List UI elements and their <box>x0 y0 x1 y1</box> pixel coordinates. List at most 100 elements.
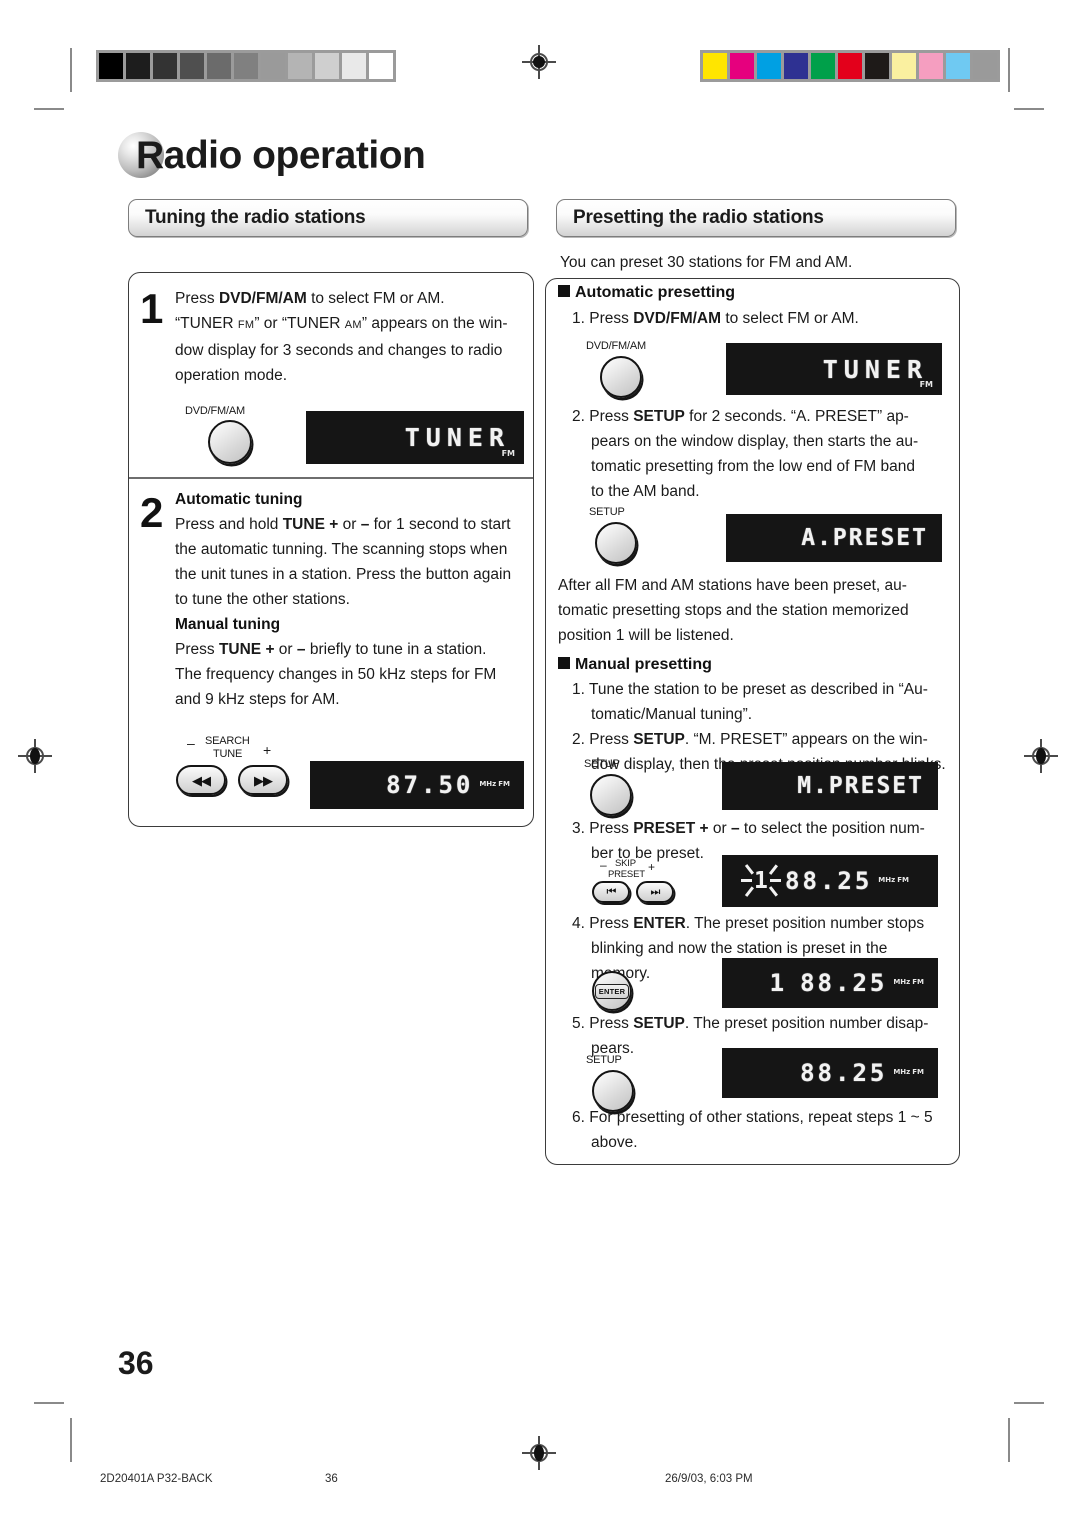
automatic-tuning-heading: Automatic tuning <box>175 491 303 508</box>
bullet-square-icon <box>558 285 570 297</box>
search-tune-minus-sign: – <box>187 735 195 751</box>
color-swatch-7 <box>892 53 916 79</box>
auto-preset-step-1: 1. Press DVD/FM/AM to select FM or AM. <box>572 306 952 331</box>
manual-preset-step2-num: 2. <box>572 731 585 748</box>
color-swatch-2 <box>757 53 781 79</box>
step-1-number: 1 <box>140 285 164 332</box>
lcd-stored-band-fm: FM <box>912 978 924 986</box>
lcd-display-tuner-right: TUNER FM <box>726 343 942 395</box>
manual-preset-step2-l1-a: Press <box>589 731 634 748</box>
registration-mark-right <box>1024 739 1058 773</box>
manual-preset-setup-button-label-2: SETUP <box>586 1054 622 1066</box>
preset-label: PRESET <box>608 869 645 880</box>
step-2-auto-l4: to tune the other stations. <box>175 591 350 608</box>
gray-swatch-7 <box>288 53 312 79</box>
registration-mark-top-center <box>522 45 556 79</box>
lcd-band-indicator-fm: FM <box>501 449 515 458</box>
crop-mark-right-lower <box>1014 1402 1044 1404</box>
lcd-display-m-preset: M.PRESET <box>722 762 938 810</box>
step-2-man-l3: and 9 kHz steps for AM. <box>175 691 340 708</box>
skip-preset-minus-sign: – <box>600 858 607 872</box>
dvd-fm-am-button-label: DVD/FM/AM <box>185 405 245 417</box>
tune-down-button[interactable]: ◀◀ <box>176 765 226 795</box>
enter-button[interactable]: ENTER <box>592 971 632 1011</box>
preset-up-button[interactable]: ⏭ <box>636 881 674 903</box>
lcd-blinking-band-fm: FM <box>897 876 909 884</box>
manual-preset-step3-l1-e: to select the position num- <box>739 820 925 837</box>
lcd-m-preset-text: M.PRESET <box>797 773 924 799</box>
manual-preset-step-6: 6. For presetting of other stations, rep… <box>572 1105 981 1155</box>
manual-tuning-heading: Manual tuning <box>175 616 281 633</box>
step-2-auto-l2: the automatic tunning. The scanning stop… <box>175 541 508 558</box>
color-swatch-3 <box>784 53 808 79</box>
registration-mark-left <box>18 739 52 773</box>
dvd-fm-am-button[interactable] <box>208 420 252 464</box>
auto-preset-after-l1: After all FM and AM stations have been p… <box>558 577 907 594</box>
color-swatch-6 <box>865 53 889 79</box>
lcd-final-band-fm: FM <box>912 1068 924 1076</box>
manual-preset-setup-button[interactable] <box>590 774 632 816</box>
manual-preset-step1-l1: Tune the station to be preset as describ… <box>588 681 928 698</box>
manual-preset-preset-plus-ref: PRESET + <box>633 820 709 837</box>
gray-swatch-2 <box>153 53 177 79</box>
auto-preset-dvd-button-label: DVD/FM/AM <box>586 340 646 352</box>
color-swatch-9 <box>946 53 970 79</box>
lcd-final-frequency: 88.25 <box>800 1059 888 1087</box>
tune-up-button[interactable]: ▶▶ <box>238 765 288 795</box>
search-label: SEARCH <box>205 735 250 747</box>
color-calibration-strip <box>700 50 1000 82</box>
manual-preset-step5-num: 5. <box>572 1015 585 1032</box>
step-2-auto-l1-e: for 1 second to start <box>369 516 511 533</box>
manual-preset-step4-num: 4. <box>572 915 585 932</box>
gray-swatch-9 <box>342 53 366 79</box>
section-header-presetting-label: Presetting the radio stations <box>573 207 824 228</box>
gray-swatch-3 <box>180 53 204 79</box>
crop-mark-right-upper <box>1014 108 1044 110</box>
automatic-presetting-heading-label: Automatic presetting <box>575 284 736 301</box>
color-swatch-0 <box>703 53 727 79</box>
step-2-auto-l1-a: Press and hold <box>175 516 283 533</box>
lcd-band-fm: FM <box>498 780 510 788</box>
lcd-stored-unit-mhz: MHz <box>893 978 911 986</box>
auto-preset-after-note: After all FM and AM stations have been p… <box>558 573 953 648</box>
lcd-display-tuner-left: TUNER FM <box>306 411 524 464</box>
auto-preset-after-l3: position 1 will be listened. <box>558 627 734 644</box>
auto-preset-step2-l3: tomatic presetting from the low end of F… <box>591 458 915 475</box>
auto-preset-step2-l1-a: Press <box>589 408 634 425</box>
auto-preset-step1-a: Press <box>589 310 634 327</box>
manual-preset-step3-l1-c: or <box>708 820 731 837</box>
auto-preset-dvd-button[interactable] <box>600 356 642 398</box>
section-header-tuning: Tuning the radio stations <box>128 199 528 237</box>
step-1-line2-c: ” appears on the win- <box>361 315 508 332</box>
gray-swatch-1 <box>126 53 150 79</box>
crop-mark-top-right <box>1008 48 1010 92</box>
lcd-stored-frequency: 88.25 <box>800 969 888 997</box>
lcd-blinking-unit-mhz: MHz <box>878 876 896 884</box>
manual-preset-setup-ref: SETUP <box>633 731 685 748</box>
manual-preset-enter-ref: ENTER <box>633 915 686 932</box>
step-1-am-caps: AM <box>344 319 362 331</box>
step-2-man-tune-plus-ref: TUNE + <box>218 641 275 658</box>
manual-preset-step1-l2: tomatic/Manual tuning”. <box>591 706 753 723</box>
footer-doc-code: 2D20401A P32-BACK <box>100 1473 213 1485</box>
auto-preset-setup-button[interactable] <box>595 522 637 564</box>
manual-preset-step3-l1-a: Press <box>589 820 634 837</box>
step-2-text: Automatic tuning Press and hold TUNE + o… <box>175 488 525 712</box>
tune-label: TUNE <box>213 748 243 760</box>
page-title: Radio operation <box>136 134 426 177</box>
lcd-display-final-frequency: 88.25 MHz FM <box>722 1048 938 1098</box>
auto-preset-step2-l4: to the AM band. <box>591 483 700 500</box>
blinking-preset-number: 1 <box>754 868 768 894</box>
auto-preset-after-l2: tomatic presetting stops and the station… <box>558 602 909 619</box>
preset-down-button[interactable]: ⏮ <box>592 881 630 903</box>
section-header-tuning-label: Tuning the radio stations <box>145 207 366 228</box>
color-swatch-4 <box>811 53 835 79</box>
manual-preset-step4-l1-a: Press <box>589 915 634 932</box>
skip-label: SKIP <box>615 858 636 869</box>
gray-swatch-4 <box>207 53 231 79</box>
crop-mark-bottom-right <box>1008 1418 1010 1462</box>
skip-previous-icon: ⏮ <box>606 885 617 898</box>
gray-swatch-6 <box>261 53 285 79</box>
enter-button-label: ENTER <box>595 983 629 999</box>
step-1-line3: dow display for 3 seconds and changes to… <box>175 342 503 359</box>
